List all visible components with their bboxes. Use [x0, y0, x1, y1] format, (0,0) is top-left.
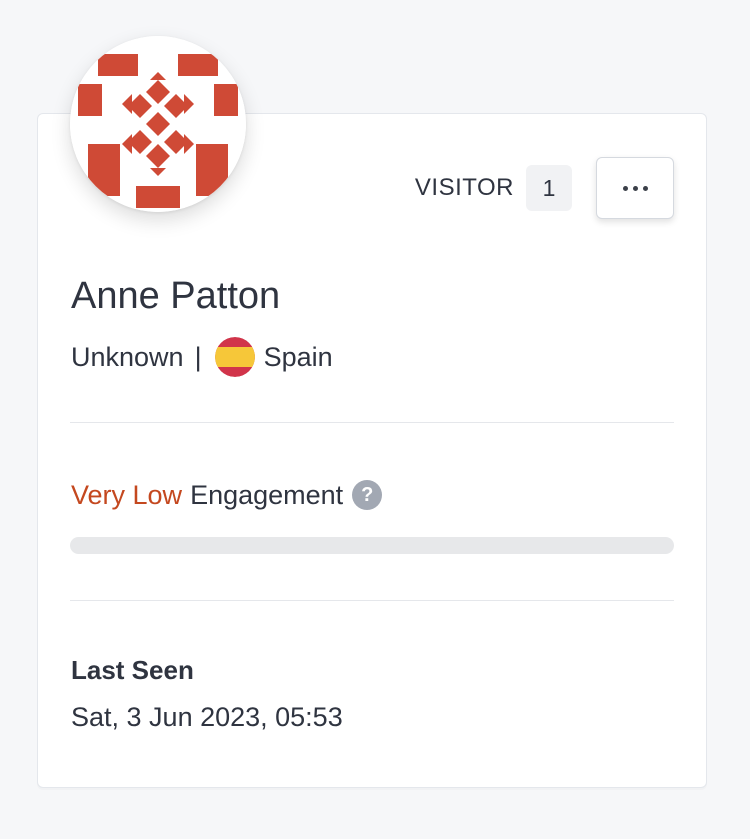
last-seen-value: Sat, 3 Jun 2023, 05:53	[71, 702, 343, 732]
engagement-progress-bar	[70, 537, 674, 554]
identicon-avatar-icon	[70, 36, 246, 212]
profile-page: VISITOR 1 Anne Patton Unknown | Spain Ve…	[0, 0, 750, 839]
avatar	[70, 36, 246, 212]
engagement-label: Engagement	[190, 479, 344, 510]
last-seen-label: Last Seen	[71, 655, 194, 685]
dot-icon	[642, 185, 648, 191]
meta-separator: |	[194, 341, 202, 372]
profile-status: Unknown	[71, 341, 184, 372]
profile-meta: Unknown | Spain	[71, 337, 333, 377]
dot-icon	[632, 185, 638, 191]
header-actions: VISITOR 1	[415, 156, 674, 220]
section-divider	[70, 422, 674, 423]
dot-icon	[622, 185, 628, 191]
profile-name: Anne Patton	[71, 275, 281, 317]
profile-country: Spain	[263, 341, 333, 372]
section-divider	[70, 600, 674, 601]
more-horizontal-icon	[622, 185, 648, 191]
visitor-count-badge: 1	[526, 165, 572, 211]
engagement-summary: Very Low Engagement ?	[71, 478, 383, 512]
spain-flag-icon	[214, 337, 255, 377]
question-circle-icon[interactable]: ?	[352, 480, 383, 510]
more-actions-button[interactable]	[596, 157, 674, 219]
visitor-label: VISITOR	[414, 174, 514, 201]
engagement-level: Very Low	[71, 479, 183, 510]
